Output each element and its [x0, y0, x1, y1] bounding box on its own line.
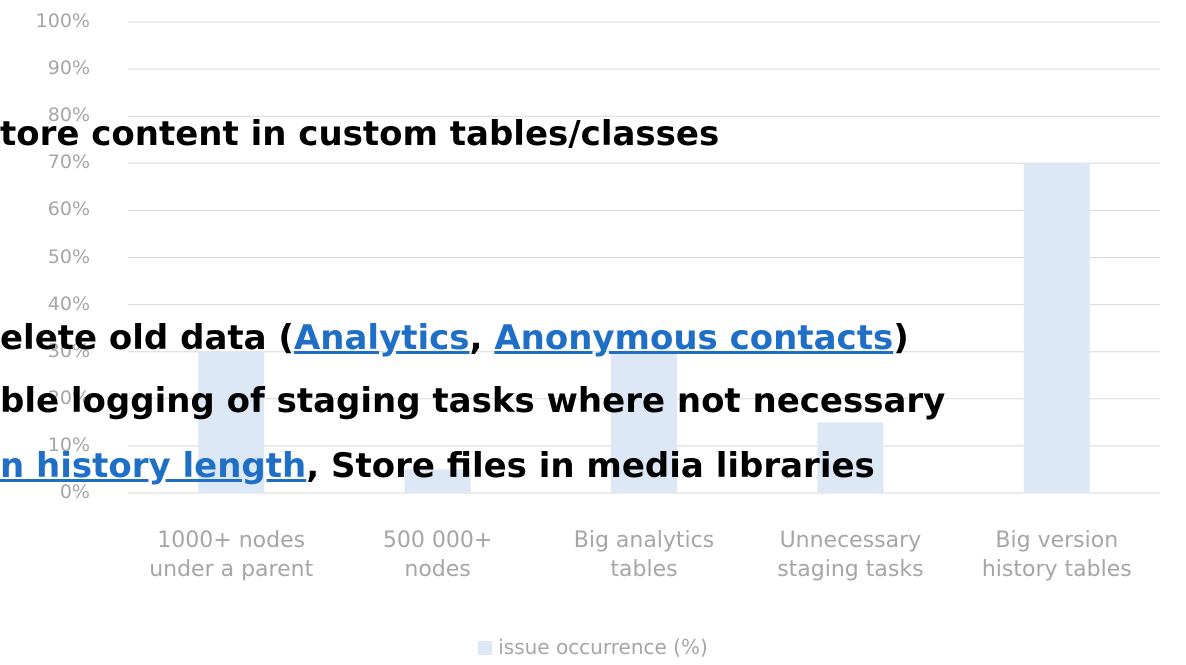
legend: issue occurrence (%): [0, 635, 1186, 659]
y-tick-label: 50%: [47, 245, 90, 268]
y-tick-label: 90%: [47, 57, 90, 80]
y-tick-label: 40%: [47, 292, 90, 315]
overlay-text: ble logging of staging tasks where not n…: [0, 381, 946, 421]
overlay-text: ,: [469, 318, 495, 358]
overlay-line-custom-tables: tore content in custom tables/classes: [0, 117, 719, 151]
overlay-text: tore content in custom tables/classes: [0, 114, 720, 154]
anonymous-contacts-link[interactable]: Anonymous contacts: [494, 318, 893, 358]
legend-swatch: [478, 641, 493, 655]
x-category-label: Big version history tables: [981, 528, 1132, 582]
y-tick-label: 70%: [47, 151, 90, 174]
overlay-text: ): [893, 318, 909, 358]
overlay-text: elete old data (: [0, 318, 294, 358]
overlay-line-staging-logging: ble logging of staging tasks where not n…: [0, 384, 945, 418]
x-category-label: Big analytics tables: [573, 528, 715, 582]
x-category-label: Unnecessary staging tasks: [777, 528, 924, 582]
history-length-link[interactable]: n history length: [0, 446, 306, 486]
overlay-line-delete-old-data: elete old data (Analytics, Anonymous con…: [0, 321, 909, 355]
analytics-link[interactable]: Analytics: [294, 318, 470, 358]
y-tick-label: 60%: [47, 198, 90, 221]
x-category-label: 500 000+ nodes: [382, 528, 493, 582]
bar: [1023, 163, 1090, 494]
y-tick-label: 100%: [35, 10, 90, 32]
overlay-line-history-length: n history length, Store files in media l…: [0, 449, 875, 483]
legend-label: issue occurrence (%): [498, 635, 708, 659]
x-category-label: 1000+ nodes under a parent: [149, 528, 314, 582]
overlay-text: , Store files in media libraries: [306, 446, 875, 486]
